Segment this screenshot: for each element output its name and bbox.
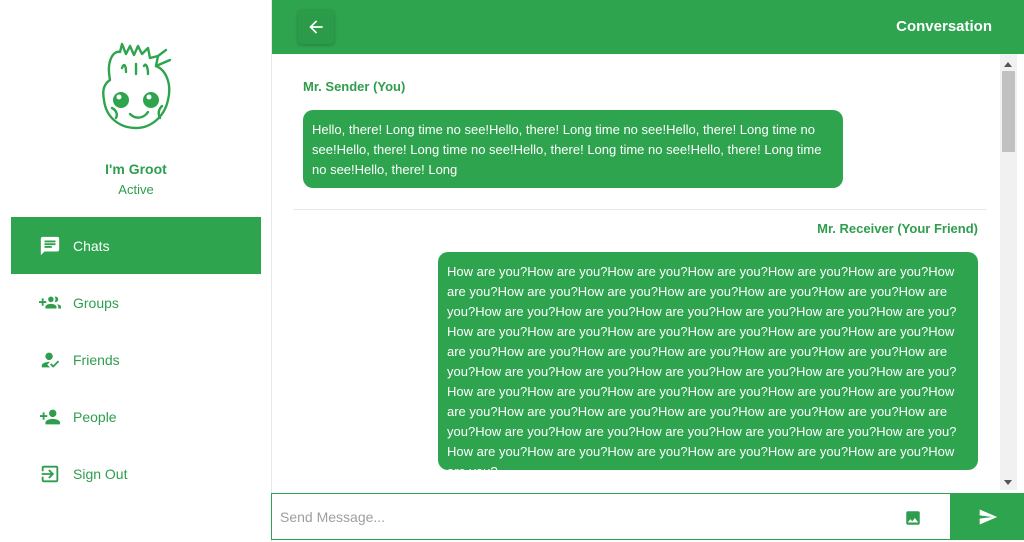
sidebar-item-label: Chats <box>73 237 110 254</box>
message-scrollbar[interactable] <box>1000 54 1017 490</box>
sidebar-nav: Chats Groups Friends People Sign Out <box>11 217 261 502</box>
profile-name: I'm Groot <box>105 161 167 177</box>
sidebar-item-groups[interactable]: Groups <box>11 274 261 331</box>
groot-avatar-icon <box>102 42 172 130</box>
message-list[interactable]: Mr. Sender (You) Hello, there! Long time… <box>272 54 1024 490</box>
sidebar-item-chats[interactable]: Chats <box>11 217 261 274</box>
person-add-icon <box>38 405 62 429</box>
attach-image-button[interactable] <box>904 509 922 527</box>
send-button[interactable] <box>951 493 1024 540</box>
scroll-thumb[interactable] <box>1002 71 1015 152</box>
page-title: Conversation <box>896 18 992 35</box>
message-divider <box>294 209 986 210</box>
message-author: Mr. Receiver (Your Friend) <box>817 221 978 236</box>
arrow-back-icon <box>309 20 323 34</box>
sidebar-item-friends[interactable]: Friends <box>11 331 261 388</box>
back-button[interactable] <box>298 10 334 44</box>
sidebar-item-label: Sign Out <box>73 465 128 482</box>
message-author: Mr. Sender (You) <box>303 79 406 94</box>
sidebar-item-people[interactable]: People <box>11 388 261 445</box>
sidebar: I'm Groot Active Chats Groups Friends Pe… <box>0 0 272 542</box>
conversation-header: Conversation <box>272 0 1024 54</box>
message-composer <box>271 493 951 540</box>
message-bubble-sent: Hello, there! Long time no see!Hello, th… <box>303 110 843 188</box>
sidebar-item-label: Groups <box>73 294 119 311</box>
image-icon <box>906 511 920 525</box>
scroll-down-arrow-icon[interactable] <box>1004 480 1012 485</box>
exit-to-app-icon <box>38 462 62 486</box>
message-bubble-received: How are you?How are you?How are you?How … <box>438 252 978 479</box>
sidebar-item-label: Friends <box>73 351 120 368</box>
message-input[interactable] <box>272 494 892 539</box>
app-window: I'm Groot Active Chats Groups Friends Pe… <box>0 0 1024 542</box>
scroll-up-arrow-icon[interactable] <box>1004 62 1012 67</box>
profile-status: Active <box>118 182 154 197</box>
sidebar-item-sign-out[interactable]: Sign Out <box>11 445 261 502</box>
group-add-icon <box>38 291 62 315</box>
avatar <box>96 40 176 132</box>
how-to-reg-icon <box>38 348 62 372</box>
send-icon <box>979 509 997 524</box>
chat-icon <box>38 234 62 258</box>
sidebar-item-label: People <box>73 408 117 425</box>
